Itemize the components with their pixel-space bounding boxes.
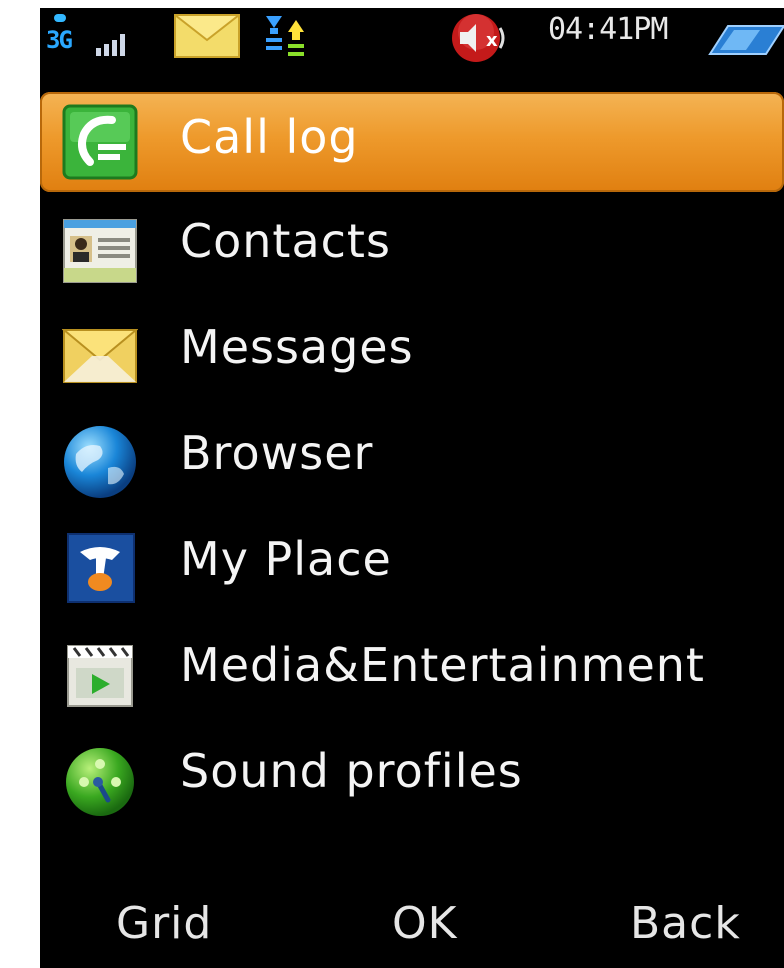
grid-softkey[interactable]: Grid [116,898,212,949]
network-type-label: 3G [46,26,73,54]
media-player-icon [67,645,133,707]
menu-item-contacts[interactable]: Contacts [40,194,784,300]
signal-3g-icon: 3G [44,14,134,64]
menu-item-browser[interactable]: Browser [40,406,784,512]
menu-item-messages[interactable]: Messages [40,300,784,406]
menu-item-label: My Place [180,532,392,586]
menu-item-label: Sound profiles [180,744,523,798]
softkey-bar: Grid OK Back [40,886,784,968]
menu-item-my-place[interactable]: My Place [40,512,784,618]
envelope-icon [62,329,138,383]
globe-icon [64,426,136,498]
svg-text:x: x [486,30,498,51]
new-message-icon [174,14,240,58]
main-menu-list: Call log Contacts Messages Browser My Pl… [40,88,784,830]
menu-item-media-entertainment[interactable]: Media&Entertainment [40,618,784,724]
call-log-icon [62,104,138,180]
battery-icon [708,25,784,55]
menu-item-label: Messages [180,320,414,374]
status-bar: 3G x 04:41PM [40,8,784,88]
sound-profile-icon [66,748,134,816]
menu-item-call-log[interactable]: Call log [40,92,784,192]
contacts-card-icon [63,219,137,283]
data-transfer-icon [266,16,304,56]
menu-item-label: Contacts [180,214,391,268]
back-softkey[interactable]: Back [630,898,741,949]
menu-item-label: Call log [180,110,359,164]
phone-screen: 3G x 04:41PM Call log Contacts Messages … [40,8,784,968]
telstra-t-icon [67,533,135,603]
menu-item-label: Media&Entertainment [180,638,705,692]
menu-item-sound-profiles[interactable]: Sound profiles [40,724,784,830]
muted-speaker-icon: x [452,14,505,62]
menu-item-label: Browser [180,426,374,480]
clock-time: 04:41PM [548,12,668,47]
ok-softkey[interactable]: OK [392,898,458,949]
